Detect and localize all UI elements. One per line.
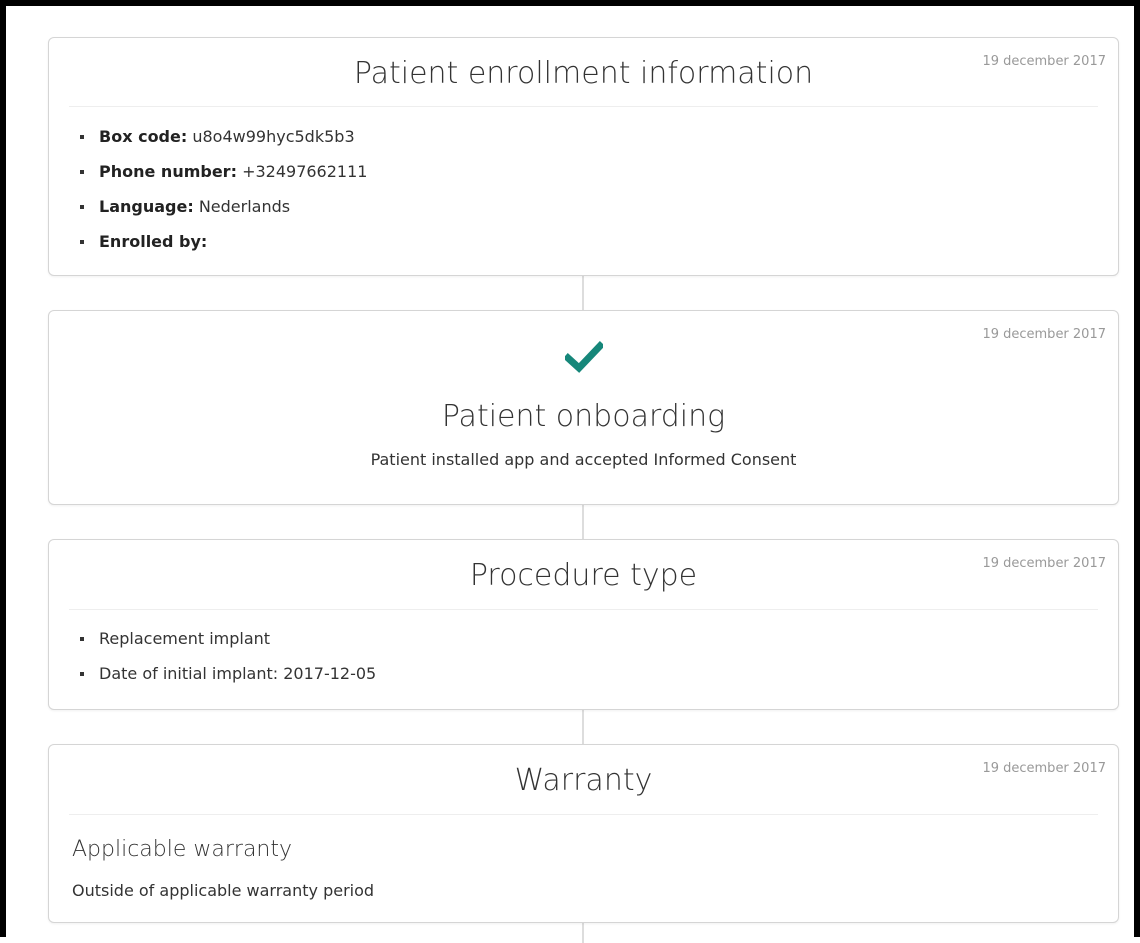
warranty-card: 19 december 2017 Warranty Applicable war… (48, 744, 1119, 923)
item-label: Enrolled by: (99, 232, 208, 251)
list-item: Box code: u8o4w99hyc5dk5b3 (77, 119, 1118, 154)
card-date: 19 december 2017 (982, 556, 1106, 571)
list-item: Enrolled by: (77, 224, 1118, 259)
divider (69, 609, 1098, 610)
page-frame: 19 december 2017 Patient enrollment info… (0, 0, 1140, 943)
warranty-subtitle: Applicable warranty (72, 837, 293, 862)
list-item: Phone number: +32497662111 (77, 154, 1118, 189)
checkmark-icon (564, 341, 603, 373)
item-value: Nederlands (198, 197, 291, 216)
item-label: Phone number: (99, 162, 237, 181)
card-date: 19 december 2017 (982, 54, 1106, 69)
item-label: Box code: (99, 127, 188, 146)
timeline-connector (582, 276, 584, 310)
procedure-list: Replacement implant Date of initial impl… (49, 621, 1118, 691)
card-title: Warranty (514, 763, 653, 798)
divider (69, 814, 1098, 815)
onboarding-card: 19 december 2017 Patient onboarding Pati… (48, 310, 1119, 505)
divider (69, 106, 1098, 107)
card-date: 19 december 2017 (982, 327, 1106, 342)
card-title: Procedure type (469, 558, 698, 593)
timeline-connector (582, 505, 584, 539)
card-date: 19 december 2017 (982, 761, 1106, 776)
card-title: Patient enrollment information (353, 56, 814, 91)
item-label: Language: (99, 197, 194, 216)
enrollment-card: 19 december 2017 Patient enrollment info… (48, 37, 1119, 276)
card-title: Patient onboarding (441, 399, 726, 434)
list-item: Replacement implant (77, 621, 1118, 656)
warranty-description: Outside of applicable warranty period (72, 881, 375, 900)
timeline-connector (582, 923, 584, 943)
item-value: +32497662111 (242, 162, 368, 181)
list-item: Date of initial implant: 2017-12-05 (77, 656, 1118, 691)
procedure-card: 19 december 2017 Procedure type Replacem… (48, 539, 1119, 710)
enrollment-list: Box code: u8o4w99hyc5dk5b3 Phone number:… (49, 119, 1118, 259)
timeline-connector (582, 710, 584, 744)
list-item: Language: Nederlands (77, 189, 1118, 224)
onboarding-description: Patient installed app and accepted Infor… (370, 450, 797, 469)
item-value: u8o4w99hyc5dk5b3 (192, 127, 355, 146)
